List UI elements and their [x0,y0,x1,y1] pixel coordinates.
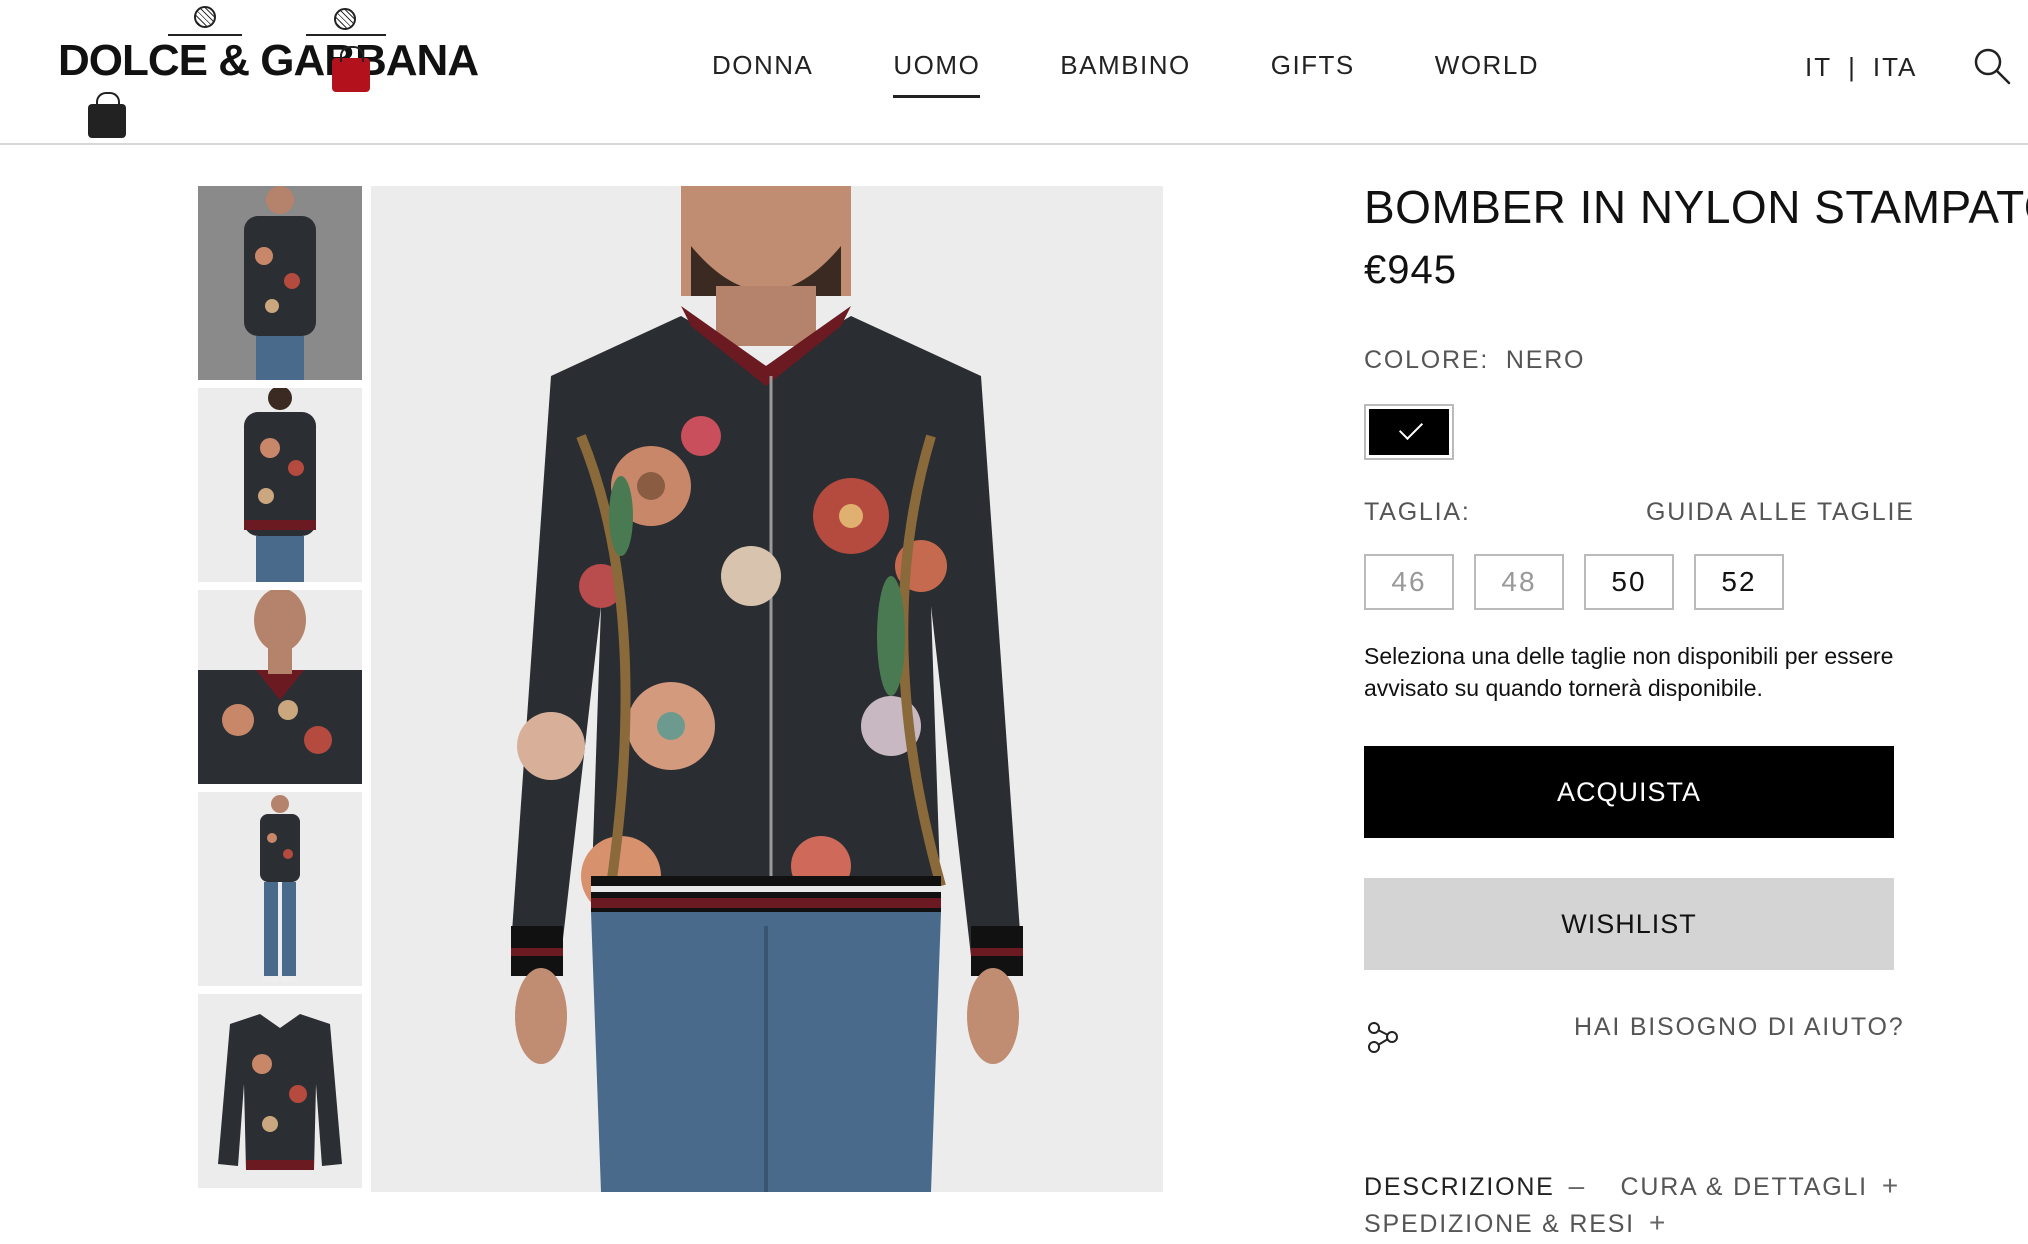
product-info: BOMBER IN NYLON STAMPATO €945 COLORE: NE… [1364,180,2028,1238]
logo-bag-icon [332,46,370,92]
help-link[interactable]: HAI BISOGNO DI AIUTO? [1574,1013,1904,1042]
size-option-48[interactable]: 48 [1474,554,1564,610]
language-selector[interactable]: IT | ITA [1805,52,1917,83]
nav-item-donna[interactable]: DONNA [712,50,813,98]
tab-label: CURA & DETTAGLI [1620,1173,1868,1201]
tab-spedizione-resi[interactable]: SPEDIZIONE & RESI + [1364,1205,1667,1242]
country-code: IT [1805,52,1833,82]
color-value: NERO [1505,346,1586,374]
thumbnail-strip [198,186,362,1196]
info-tabs: DESCRIZIONE – CURA & DETTAGLI + SPEDIZIONE… [1364,1168,2004,1242]
nav-item-gifts[interactable]: GIFTS [1271,50,1355,98]
size-guide-link[interactable]: GUIDA ALLE TAGLIE [1646,498,1915,527]
logo-text: DOLCE & GABBANA [58,36,479,85]
check-icon [1398,415,1424,441]
product-price: €945 [1364,248,1457,292]
expand-icon: + [1648,1207,1668,1238]
site-header: DOLCE & GABBANA DONNA UOMO BAMBINO GIFTS… [0,0,2028,145]
thumbnail-closeup[interactable] [198,590,362,784]
thumbnail-full-length[interactable] [198,792,362,986]
thumbnail-flat-lay[interactable] [198,994,362,1188]
swatch-fill [1369,409,1449,455]
logo-globe-icon [334,8,356,30]
thumbnail-front[interactable] [198,186,362,380]
thumbnail-back[interactable] [198,388,362,582]
color-label-row: COLORE: NERO [1364,346,1585,375]
tab-descrizione[interactable]: DESCRIZIONE – [1364,1168,1586,1205]
size-option-52[interactable]: 52 [1694,554,1784,610]
tab-cura-dettagli[interactable]: CURA & DETTAGLI + [1620,1168,1900,1205]
nav-item-uomo[interactable]: UOMO [893,50,981,98]
availability-note: Seleziona una delle taglie non disponibi… [1364,643,1894,701]
wishlist-button[interactable]: WISHLIST [1364,878,1894,970]
nav-item-world[interactable]: WORLD [1435,50,1539,98]
language-code: ITA [1872,52,1918,82]
color-label: COLORE: [1364,346,1490,374]
collapse-icon: – [1568,1170,1587,1201]
size-option-46[interactable]: 46 [1364,554,1454,610]
product-title: BOMBER IN NYLON STAMPATO [1364,181,2028,233]
product-main-image[interactable] [371,186,1163,1192]
buy-button[interactable]: ACQUISTA [1364,746,1894,838]
share-icon[interactable] [1366,1020,1400,1054]
logo-bag-icon [88,92,126,138]
color-swatch-black[interactable] [1364,404,1454,460]
tab-label: SPEDIZIONE & RESI [1364,1210,1635,1238]
main-nav: DONNA UOMO BAMBINO GIFTS WORLD [712,50,1619,98]
expand-icon: + [1881,1170,1901,1201]
size-option-50[interactable]: 50 [1584,554,1674,610]
brand-logo[interactable]: DOLCE & GABBANA [58,6,479,141]
size-selector: 46 48 50 52 [1364,554,1804,610]
lang-separator: | [1848,52,1857,82]
tab-label: DESCRIZIONE [1364,1173,1555,1201]
search-icon[interactable] [1972,46,2012,86]
size-label: TAGLIA: [1364,498,1471,526]
logo-globe-icon [194,6,216,28]
nav-item-bambino[interactable]: BAMBINO [1060,50,1190,98]
